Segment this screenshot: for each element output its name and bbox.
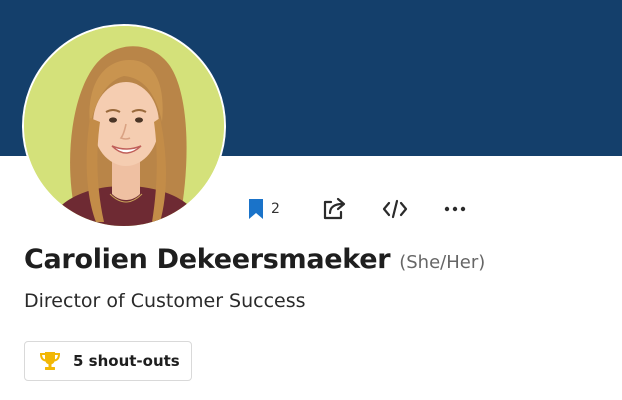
embed-code-button[interactable] [382,196,408,222]
bookmark-icon [249,199,263,219]
profile-card: 2 Carolien Dekeersmaeker (She/Her) Direc… [0,0,622,400]
name-row: Carolien Dekeersmaeker (She/Her) [24,244,485,275]
more-options-button[interactable] [444,196,466,222]
shoutouts-button[interactable]: 5 shout-outs [24,341,192,381]
job-title: Director of Customer Success [24,290,306,312]
bookmark-count: 2 [271,201,280,217]
profile-name: Carolien Dekeersmaeker [24,244,391,275]
share-icon [323,197,346,220]
share-button[interactable] [322,196,348,222]
pronouns: (She/Her) [399,252,486,273]
bookmark-button[interactable]: 2 [248,196,280,222]
embed-code-icon [382,199,408,219]
more-options-icon [444,206,466,212]
trophy-icon [39,352,61,370]
avatar-photo [24,26,224,226]
avatar [22,24,226,228]
shoutouts-label: 5 shout-outs [73,352,180,370]
